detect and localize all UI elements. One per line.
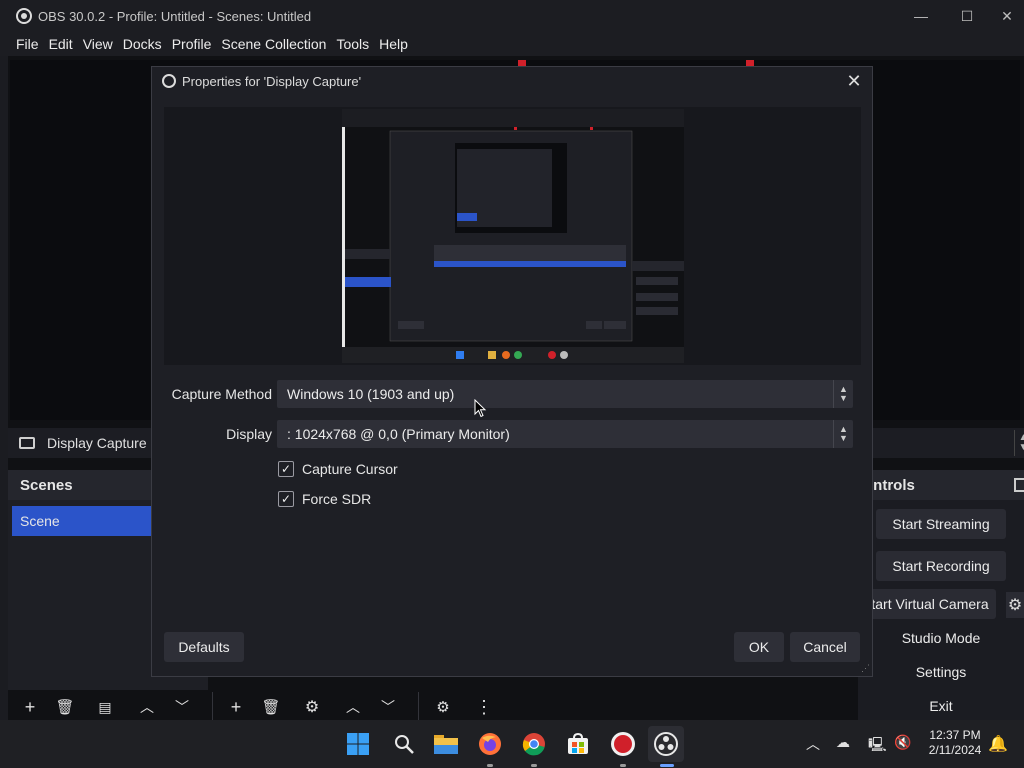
source-spin-icon[interactable]: ▲ ▼ (1014, 430, 1024, 456)
search-icon[interactable] (388, 728, 420, 760)
capture-preview (342, 109, 684, 363)
minimize-button[interactable]: — (898, 0, 944, 32)
obs-logo-icon (16, 8, 32, 24)
ok-button[interactable]: OK (734, 632, 784, 662)
firefox-icon[interactable] (474, 728, 506, 760)
recording-app-icon[interactable] (607, 728, 639, 760)
network-icon[interactable]: 🖳 (868, 734, 887, 758)
menu-edit[interactable]: Edit (49, 36, 73, 52)
start-icon[interactable] (342, 728, 374, 760)
chrome-running-indicator (531, 764, 537, 767)
display-value: : 1024x768 @ 0,0 (Primary Monitor) (287, 426, 510, 442)
capture-cursor-label: Capture Cursor (302, 461, 398, 477)
monitor-icon (19, 437, 35, 449)
source-properties-gear-icon[interactable]: ⚙ (299, 694, 325, 720)
menu-tools[interactable]: Tools (336, 36, 369, 52)
capture-method-select[interactable]: Windows 10 (1903 and up) ▲ ▼ (277, 380, 853, 408)
close-button[interactable]: ✕ (990, 0, 1024, 32)
cancel-button[interactable]: Cancel (790, 632, 860, 662)
defaults-button[interactable]: Defaults (164, 632, 244, 662)
onedrive-offline-icon[interactable]: ☁ (836, 734, 850, 751)
clock-time: 12:37 PM (929, 728, 981, 742)
studio-mode-button[interactable]: Studio Mode (876, 623, 1006, 653)
capture-cursor-checkbox[interactable]: ✓ (278, 461, 294, 477)
maximize-button[interactable]: ☐ (944, 0, 990, 32)
menu-docks[interactable]: Docks (123, 36, 162, 52)
remove-source-trash-icon[interactable]: 🗑 (258, 694, 284, 720)
audio-more-vertical-dots-icon[interactable]: ⋮ (471, 694, 497, 720)
taskbar-clock[interactable]: 12:37 PM 2/11/2024 (920, 728, 990, 758)
force-sdr-checkbox-row[interactable]: ✓ Force SDR (278, 491, 371, 507)
exit-button[interactable]: Exit (876, 691, 1006, 721)
dialog-titlebar: Properties for 'Display Capture' ✕ (152, 67, 872, 95)
audio-advanced-gears-icon[interactable]: ⚙ (430, 694, 456, 720)
chrome-icon[interactable] (518, 728, 550, 760)
start-recording-button[interactable]: Start Recording (876, 551, 1006, 581)
virtual-camera-settings-gear-icon[interactable]: ⚙ (1006, 592, 1024, 618)
menu-scene-collection[interactable]: Scene Collection (221, 36, 326, 52)
obs-active-indicator (660, 764, 674, 767)
window-title: OBS 30.0.2 - Profile: Untitled - Scenes:… (38, 8, 312, 24)
clock-date: 2/11/2024 (928, 743, 982, 757)
dialog-title: Properties for 'Display Capture' (182, 73, 362, 89)
force-sdr-checkbox[interactable]: ✓ (278, 491, 294, 507)
capture-method-value: Windows 10 (1903 and up) (287, 386, 455, 402)
window-titlebar: OBS 30.0.2 - Profile: Untitled - Scenes:… (0, 0, 1024, 32)
controls-header: ontrols (858, 470, 1024, 500)
tray-overflow-chevron-icon[interactable]: ︿ (806, 734, 820, 754)
menu-file[interactable]: File (16, 36, 39, 52)
dock-float-icon[interactable] (1014, 478, 1024, 492)
controls-dock: ontrols Start Streaming Start Recording … (858, 470, 1024, 720)
capture-method-label: Capture Method (171, 386, 272, 402)
move-scene-up-chevron-icon[interactable]: ︿ (134, 694, 160, 720)
recording-app-running-indicator (620, 764, 626, 767)
add-source-plus-icon[interactable]: + (223, 694, 249, 720)
select-updown-icon: ▲ ▼ (833, 420, 853, 448)
display-label: Display (226, 426, 272, 442)
recursive-screen-capture-image (342, 109, 684, 363)
file-explorer-icon[interactable] (430, 728, 462, 760)
start-virtual-camera-button[interactable]: tart Virtual Camera (864, 589, 996, 619)
move-scene-down-chevron-icon[interactable]: ﹀ (169, 694, 195, 720)
move-source-up-chevron-icon[interactable]: ︿ (340, 694, 366, 720)
move-source-down-chevron-icon[interactable]: ﹀ (375, 694, 401, 720)
capture-cursor-checkbox-row[interactable]: ✓ Capture Cursor (278, 461, 398, 477)
volume-muted-icon[interactable]: 🔇 (894, 734, 911, 751)
notification-bell-icon[interactable]: 🔔 (988, 734, 1008, 754)
select-updown-icon: ▲ ▼ (833, 380, 853, 408)
windows-taskbar: ︿ ☁ 🖳 🔇 12:37 PM 2/11/2024 🔔 (0, 720, 1024, 768)
menu-profile[interactable]: Profile (172, 36, 212, 52)
menu-bar: File Edit View Docks Profile Scene Colle… (0, 32, 1024, 56)
toolbar-divider (212, 692, 213, 722)
add-scene-plus-icon[interactable]: + (17, 694, 43, 720)
dialog-close-button[interactable]: ✕ (844, 71, 864, 91)
microsoft-store-icon[interactable] (562, 728, 594, 760)
obs-icon[interactable] (648, 726, 684, 762)
properties-dialog: Properties for 'Display Capture' ✕ Captu… (151, 66, 873, 677)
scene-filters-icon[interactable]: ▤ (92, 694, 118, 720)
firefox-running-indicator (487, 764, 493, 767)
menu-help[interactable]: Help (379, 36, 408, 52)
resize-grip-icon[interactable]: ⋰ (861, 663, 870, 674)
dock-toolbar: + 🗑 ▤ ︿ ﹀ + 🗑 ⚙ ︿ ﹀ ⚙ ⋮ (8, 692, 856, 722)
display-select[interactable]: : 1024x768 @ 0,0 (Primary Monitor) ▲ ▼ (277, 420, 853, 448)
obs-logo-icon (162, 74, 176, 88)
toolbar-divider (418, 692, 419, 722)
start-streaming-button[interactable]: Start Streaming (876, 509, 1006, 539)
selected-source-label: Display Capture (47, 435, 147, 451)
mouse-pointer-icon (474, 399, 487, 418)
menu-view[interactable]: View (83, 36, 113, 52)
settings-button[interactable]: Settings (876, 657, 1006, 687)
force-sdr-label: Force SDR (302, 491, 372, 507)
remove-scene-trash-icon[interactable]: 🗑 (52, 694, 78, 720)
